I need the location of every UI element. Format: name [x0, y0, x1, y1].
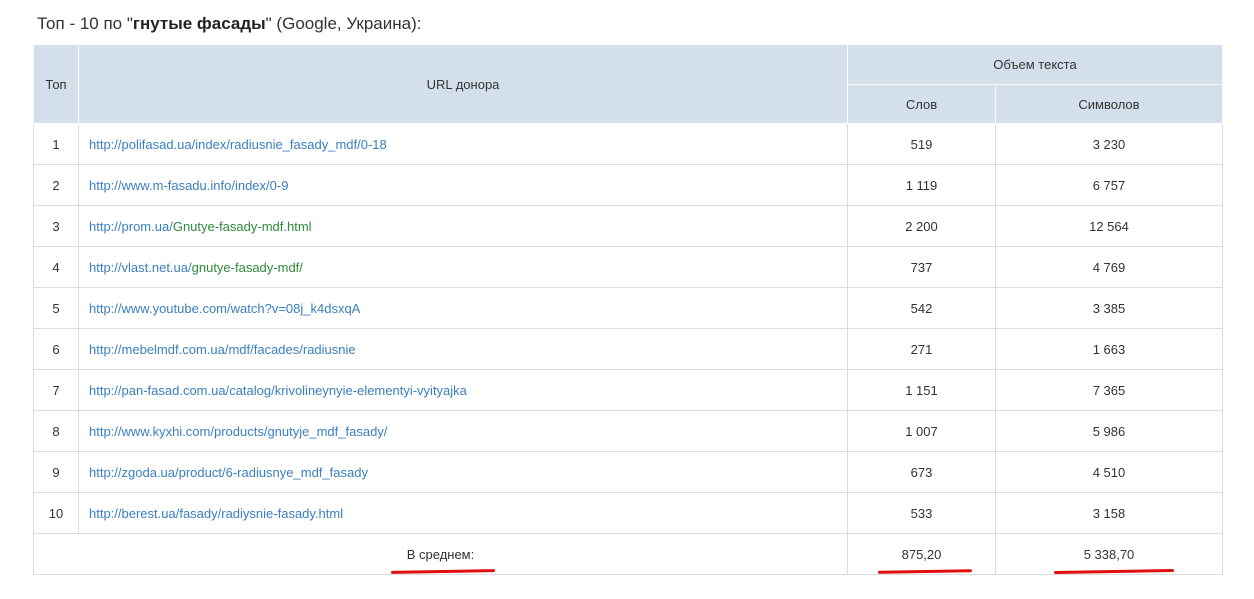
average-words-wrap: 875,20 [877, 546, 972, 574]
average-chars: 5 338,70 [1083, 546, 1135, 562]
table-row: 2 http://www.m-fasadu.info/index/0-9 1 119… [33, 164, 1223, 206]
donor-url-link[interactable]: http://www.kyxhi.com/products/gnutyje_md… [89, 424, 387, 439]
words-cell: 1 007 [847, 410, 996, 452]
url-cell: http://www.youtube.com/watch?v=08j_k4dsx… [78, 287, 848, 329]
donor-url-link[interactable]: http://vlast.net.ua/gnutye-fasady-mdf/ [89, 260, 303, 275]
chars-cell: 3 158 [995, 492, 1223, 534]
url-cell: http://berest.ua/fasady/radiysnie-fasady… [78, 492, 848, 534]
words-cell: 271 [847, 328, 996, 370]
table-body: 1 http://polifasad.ua/index/radiusnie_fas… [33, 123, 1223, 534]
chars-cell: 4 510 [995, 451, 1223, 493]
table-row: 3 http://prom.ua/Gnutye-fasady-mdf.html 2 … [33, 205, 1223, 247]
url-cell: http://www.kyxhi.com/products/gnutyje_md… [78, 410, 848, 452]
chars-cell: 4 769 [995, 246, 1223, 288]
chars-cell: 7 365 [995, 369, 1223, 411]
donor-url-link[interactable]: http://polifasad.ua/index/radiusnie_fasa… [89, 137, 387, 152]
table-row: 5 http://www.youtube.com/watch?v=08j_k4ds… [33, 287, 1223, 329]
rank-cell: 1 [33, 123, 79, 165]
url-main: http://vlast.net.ua/ [89, 259, 192, 275]
rank-cell: 5 [33, 287, 79, 329]
red-underline-mark [390, 568, 495, 574]
average-label: В среднем: [406, 546, 475, 562]
words-cell: 1 119 [847, 164, 996, 206]
url-main: http://www.kyxhi.com/products/gnutyje_md… [89, 423, 388, 439]
average-chars-cell: 5 338,70 [995, 533, 1223, 575]
words-cell: 542 [847, 287, 996, 329]
donor-url-link[interactable]: http://prom.ua/Gnutye-fasady-mdf.html [89, 219, 312, 234]
words-cell: 737 [847, 246, 996, 288]
average-label-cell: В среднем: [33, 533, 848, 575]
table-row: 4 http://vlast.net.ua/gnutye-fasady-mdf/7… [33, 246, 1223, 288]
header-text-volume: Объем текста [847, 44, 1223, 85]
table-row: 9 http://zgoda.ua/product/6-radiusnye_mdf… [33, 451, 1223, 493]
average-words: 875,20 [901, 546, 942, 562]
words-cell: 2 200 [847, 205, 996, 247]
url-cell: http://prom.ua/Gnutye-fasady-mdf.html [78, 205, 848, 247]
url-cell: http://mebelmdf.com.ua/mdf/facades/radiu… [78, 328, 848, 370]
url-tail: gnutye-fasady-mdf/ [191, 259, 303, 275]
url-main: http://berest.ua/fasady/radiysnie-fasady… [89, 505, 344, 521]
average-chars-wrap: 5 338,70 [1053, 546, 1174, 574]
words-cell: 673 [847, 451, 996, 493]
words-cell: 1 151 [847, 369, 996, 411]
donor-url-link[interactable]: http://mebelmdf.com.ua/mdf/facades/radiu… [89, 342, 356, 357]
rank-cell: 7 [33, 369, 79, 411]
url-main: http://zgoda.ua/product/6-radiusnye_mdf_… [89, 464, 368, 480]
rank-cell: 9 [33, 451, 79, 493]
table-row: 1 http://polifasad.ua/index/radiusnie_fas… [33, 123, 1223, 165]
chars-cell: 3 385 [995, 287, 1223, 329]
header-words: Слов [847, 84, 996, 124]
average-row: В среднем: 875,20 5 338,70 [33, 533, 1223, 575]
rank-cell: 6 [33, 328, 79, 370]
page-title: Топ - 10 по "гнутые фасады" (Google, Укр… [37, 14, 421, 34]
header-url: URL донора [78, 44, 848, 124]
url-cell: http://www.m-fasadu.info/index/0-9 [78, 164, 848, 206]
chars-cell: 5 986 [995, 410, 1223, 452]
url-cell: http://polifasad.ua/index/radiusnie_fasa… [78, 123, 848, 165]
header-top: Топ [33, 44, 79, 124]
words-cell: 533 [847, 492, 996, 534]
table-row: 6 http://mebelmdf.com.ua/mdf/facades/radi… [33, 328, 1223, 370]
red-underline-mark [877, 568, 972, 574]
url-cell: http://pan-fasad.com.ua/catalog/krivolin… [78, 369, 848, 411]
donor-url-link[interactable]: http://www.m-fasadu.info/index/0-9 [89, 178, 288, 193]
title-prefix: Топ - 10 по " [37, 14, 133, 33]
rank-cell: 4 [33, 246, 79, 288]
table-row: 7 http://pan-fasad.com.ua/catalog/krivoli… [33, 369, 1223, 411]
chars-cell: 1 663 [995, 328, 1223, 370]
url-main: http://polifasad.ua/index/radiusnie_fasa… [89, 136, 387, 152]
rank-cell: 3 [33, 205, 79, 247]
words-cell: 519 [847, 123, 996, 165]
rank-cell: 2 [33, 164, 79, 206]
url-cell: http://zgoda.ua/product/6-radiusnye_mdf_… [78, 451, 848, 493]
donor-url-link[interactable]: http://pan-fasad.com.ua/catalog/krivolin… [89, 383, 467, 398]
url-main: http://mebelmdf.com.ua/mdf/facades/radiu… [89, 341, 356, 357]
donor-url-link[interactable]: http://zgoda.ua/product/6-radiusnye_mdf_… [89, 465, 368, 480]
average-label-wrap: В среднем: [390, 546, 495, 574]
url-main: http://www.m-fasadu.info/index/0-9 [89, 177, 289, 193]
title-suffix: " (Google, Украина): [265, 14, 422, 33]
results-table: Топ URL донора Объем текста Слов Символо… [33, 44, 1223, 575]
rank-cell: 10 [33, 492, 79, 534]
chars-cell: 6 757 [995, 164, 1223, 206]
url-main: http://www.youtube.com/watch?v=08j_k4dsx… [89, 300, 361, 316]
donor-url-link[interactable]: http://www.youtube.com/watch?v=08j_k4dsx… [89, 301, 360, 316]
red-underline-mark [1053, 568, 1174, 574]
table-row: 10 http://berest.ua/fasady/radiysnie-fasa… [33, 492, 1223, 534]
url-main: http://pan-fasad.com.ua/catalog/krivolin… [89, 382, 467, 398]
url-cell: http://vlast.net.ua/gnutye-fasady-mdf/ [78, 246, 848, 288]
chars-cell: 3 230 [995, 123, 1223, 165]
title-keyword: гнутые фасады [132, 14, 266, 33]
rank-cell: 8 [33, 410, 79, 452]
chars-cell: 12 564 [995, 205, 1223, 247]
url-tail: Gnutye-fasady-mdf.html [172, 218, 312, 234]
header-chars: Символов [995, 84, 1223, 124]
donor-url-link[interactable]: http://berest.ua/fasady/radiysnie-fasady… [89, 506, 343, 521]
average-words-cell: 875,20 [847, 533, 996, 575]
table-row: 8 http://www.kyxhi.com/products/gnutyje_m… [33, 410, 1223, 452]
url-main: http://prom.ua/ [89, 218, 173, 234]
